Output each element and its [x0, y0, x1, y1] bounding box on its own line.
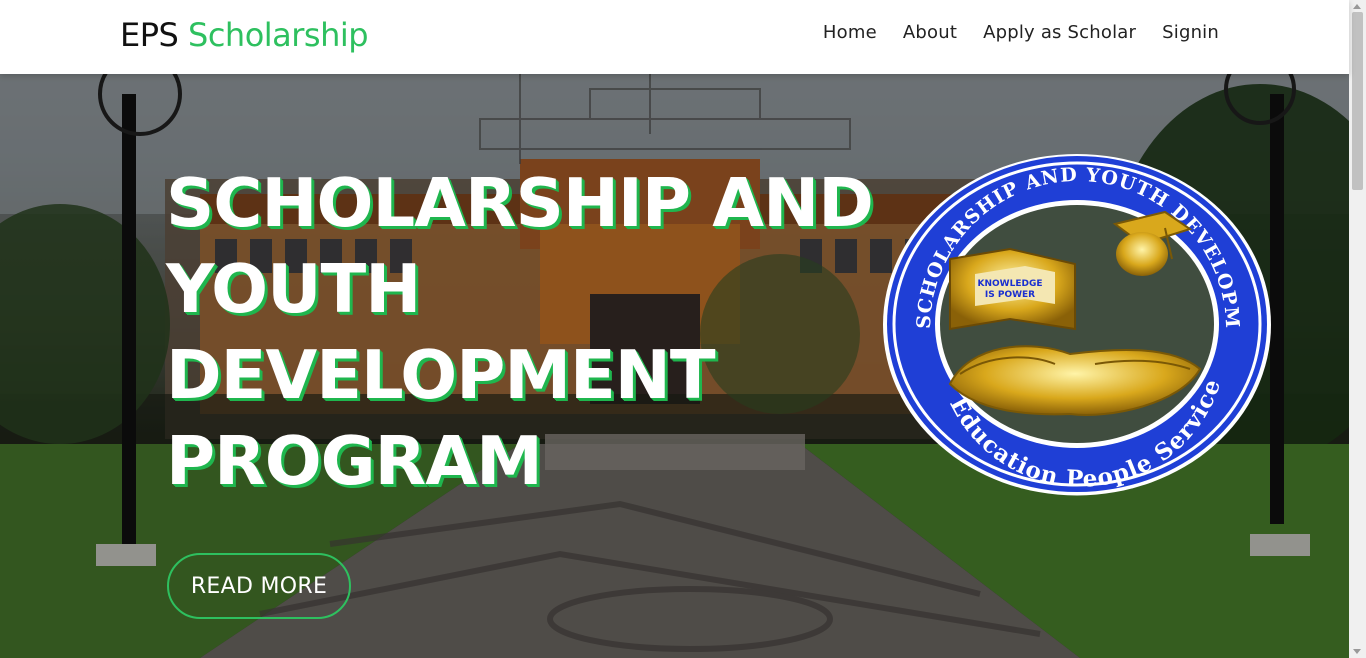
- top-navbar: EPS Scholarship Home About Apply as Scho…: [0, 0, 1349, 74]
- read-more-button[interactable]: READ MORE: [167, 553, 351, 619]
- brand-scholarship: Scholarship: [188, 16, 369, 54]
- headline-line-1: SCHOLARSHIP AND: [166, 164, 874, 242]
- scroll-down-arrow-icon[interactable]: [1353, 649, 1361, 654]
- hero-section: SCHOLARSHIP AND YOUTH DEVELOPMENT PROGRA…: [0, 74, 1349, 658]
- page-scrollbar[interactable]: [1349, 0, 1366, 658]
- book-text-is-power: IS POWER: [985, 290, 1035, 300]
- main-nav: Home About Apply as Scholar Signin: [823, 22, 1219, 43]
- book-icon: KNOWLEDGE IS POWER: [949, 247, 1076, 331]
- hero-headline: SCHOLARSHIP AND YOUTH DEVELOPMENT PROGRA…: [166, 160, 886, 504]
- headline-line-2: YOUTH: [166, 250, 421, 328]
- book-text-knowledge: KNOWLEDGE: [978, 279, 1043, 289]
- brand-eps: EPS: [120, 16, 179, 54]
- scroll-up-arrow-icon[interactable]: [1353, 4, 1361, 9]
- program-seal-logo: SCHOLARSHIP AND YOUTH DEVELOPMENT PROGRA…: [880, 154, 1271, 496]
- nav-about[interactable]: About: [903, 22, 957, 43]
- headline-line-4: PROGRAM: [166, 422, 543, 500]
- nav-apply-as-scholar[interactable]: Apply as Scholar: [983, 22, 1136, 43]
- brand-logo[interactable]: EPS Scholarship: [120, 16, 369, 54]
- nav-signin[interactable]: Signin: [1162, 22, 1219, 43]
- nav-home[interactable]: Home: [823, 22, 877, 43]
- headline-line-3: DEVELOPMENT: [166, 336, 716, 414]
- scroll-thumb[interactable]: [1352, 12, 1363, 190]
